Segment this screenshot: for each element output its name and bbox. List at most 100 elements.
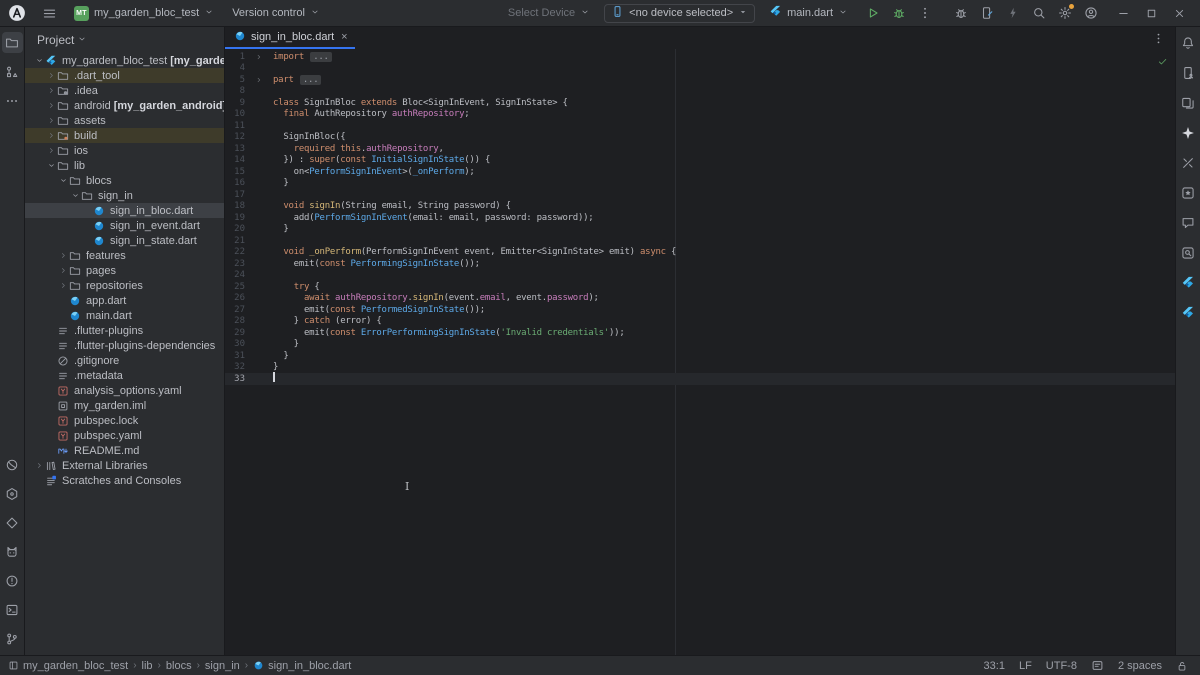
code-line-1[interactable]: 1import ... [225, 51, 1175, 63]
code-line-13[interactable]: 13 required this.authRepository, [225, 143, 1175, 155]
code-line-10[interactable]: 10 final AuthRepository authRepository; [225, 109, 1175, 121]
tree-item-blocs[interactable]: blocs [25, 173, 224, 188]
code-line-12[interactable]: 12 SignInBloc({ [225, 132, 1175, 144]
tree-item-main-dart[interactable]: main.dart [25, 308, 224, 323]
code-line-23[interactable]: 23 emit(const PerformingSignInState()); [225, 258, 1175, 270]
folded-code-chip[interactable]: ... [310, 52, 332, 62]
flutter-inspector-icon[interactable] [1178, 302, 1199, 323]
attach-debugger-icon[interactable] [950, 2, 972, 24]
project-widget[interactable]: MT my_garden_bloc_test [70, 4, 218, 23]
tree-item--gitignore[interactable]: .gitignore [25, 353, 224, 368]
code-line-15[interactable]: 15 on<PerformSignInEvent>(_onPerform); [225, 166, 1175, 178]
project-icon[interactable] [2, 32, 23, 53]
settings-icon[interactable] [1054, 2, 1076, 24]
code-line-19[interactable]: 19 add(PerformSignInEvent(email: email, … [225, 212, 1175, 224]
code-line-30[interactable]: 30 } [225, 339, 1175, 351]
chevron-collapsed-icon[interactable] [57, 251, 69, 260]
main-menu-icon[interactable] [38, 2, 60, 24]
code-line-26[interactable]: 26 await authRepository.signIn(event.ema… [225, 293, 1175, 305]
apply-changes-icon[interactable] [1002, 2, 1024, 24]
code-line-5[interactable]: 5part ... [225, 74, 1175, 86]
run-more-options-icon[interactable] [914, 2, 936, 24]
tree-item-assets[interactable]: assets [25, 113, 224, 128]
version-control-widget[interactable]: Version control [228, 5, 324, 22]
code-line-20[interactable]: 20 } [225, 224, 1175, 236]
indent-setting[interactable]: 2 spaces [1118, 660, 1162, 672]
flutter-performance-icon[interactable] [2, 512, 23, 533]
tree-item-pages[interactable]: pages [25, 263, 224, 278]
caret-position[interactable]: 33:1 [984, 660, 1005, 672]
chevron-collapsed-icon[interactable] [33, 461, 45, 470]
more-tool-windows-icon[interactable] [2, 90, 23, 111]
minimize-icon[interactable] [1112, 2, 1134, 24]
breadcrumb-item[interactable]: lib [142, 660, 153, 672]
tab-close-icon[interactable]: × [341, 32, 347, 43]
tree-item-readme-md[interactable]: README.md [25, 443, 224, 458]
logcat-icon[interactable] [2, 541, 23, 562]
code-line-24[interactable]: 24 [225, 270, 1175, 282]
breadcrumb-item[interactable]: my_garden_bloc_test [8, 660, 128, 672]
tree-item--metadata[interactable]: .metadata [25, 368, 224, 383]
chevron-collapsed-icon[interactable] [45, 146, 57, 155]
code-line-27[interactable]: 27 emit(const PerformedSignInState()); [225, 304, 1175, 316]
code-line-8[interactable]: 8 [225, 86, 1175, 98]
tree-item-sign-in-bloc-dart[interactable]: sign_in_bloc.dart [25, 203, 224, 218]
terminal-icon[interactable] [2, 599, 23, 620]
chevron-collapsed-icon[interactable] [45, 131, 57, 140]
notifications-icon[interactable] [1178, 32, 1199, 53]
chevron-collapsed-icon[interactable] [57, 281, 69, 290]
chevron-expanded-icon[interactable] [57, 176, 69, 185]
chevron-collapsed-icon[interactable] [45, 116, 57, 125]
breadcrumb-item[interactable]: sign_in [205, 660, 240, 672]
chevron-collapsed-icon[interactable] [45, 86, 57, 95]
device-manager-icon[interactable] [1178, 62, 1199, 83]
project-panel-header[interactable]: Project [25, 27, 224, 53]
run-icon[interactable] [862, 2, 884, 24]
file-encoding[interactable]: UTF-8 [1046, 660, 1077, 672]
breadcrumb-item[interactable]: sign_in_bloc.dart [253, 660, 351, 672]
running-devices-icon[interactable] [1178, 92, 1199, 113]
whats-new-icon[interactable] [1178, 182, 1199, 203]
code-line-33[interactable]: 33 [225, 373, 1175, 385]
editor-options-icon[interactable] [1147, 27, 1169, 49]
device-selector[interactable]: <no device selected> [604, 4, 755, 23]
tree-item-pubspec-yaml[interactable]: pubspec.yaml [25, 428, 224, 443]
tree-item-android[interactable]: android[my_garden_android] [25, 98, 224, 113]
code-line-18[interactable]: 18 void signIn(String email, String pass… [225, 201, 1175, 213]
account-icon[interactable] [1080, 2, 1102, 24]
tree-item-ios[interactable]: ios [25, 143, 224, 158]
tree-item-sign-in-state-dart[interactable]: sign_in_state.dart [25, 233, 224, 248]
tree-item-my-garden-iml[interactable]: my_garden.iml [25, 398, 224, 413]
close-icon[interactable] [1168, 2, 1190, 24]
android-studio-logo-icon[interactable] [6, 2, 28, 24]
code-line-25[interactable]: 25 try { [225, 281, 1175, 293]
code-editor[interactable]: I 1import ...45part ...89class SignInBlo… [225, 49, 1175, 655]
tree-item-build[interactable]: build [25, 128, 224, 143]
run-config-widget[interactable]: main.dart [765, 3, 852, 23]
code-line-31[interactable]: 31 } [225, 350, 1175, 362]
layout-inspector-icon[interactable] [1178, 242, 1199, 263]
tree-item-analysis-options-yaml[interactable]: analysis_options.yaml [25, 383, 224, 398]
chat-icon[interactable] [1178, 212, 1199, 233]
search-everywhere-icon[interactable] [1028, 2, 1050, 24]
code-line-21[interactable]: 21 [225, 235, 1175, 247]
code-line-22[interactable]: 22 void _onPerform(PerformSignInEvent ev… [225, 247, 1175, 259]
code-line-17[interactable]: 17 [225, 189, 1175, 201]
tree-item--flutter-plugins[interactable]: .flutter-plugins [25, 323, 224, 338]
chevron-expanded-icon[interactable] [45, 161, 57, 170]
tree-item-my-garden-bloc-test[interactable]: my_garden_bloc_test[my_garden]~/Flutter [25, 53, 224, 68]
tree-item-external-libraries[interactable]: External Libraries [25, 458, 224, 473]
structure-icon[interactable] [2, 61, 23, 82]
debug-icon[interactable] [888, 2, 910, 24]
tree-item-pubspec-lock[interactable]: pubspec.lock [25, 413, 224, 428]
tree-item-sign-in[interactable]: sign_in [25, 188, 224, 203]
code-line-4[interactable]: 4 [225, 63, 1175, 75]
code-line-11[interactable]: 11 [225, 120, 1175, 132]
code-line-14[interactable]: 14 }) : super(const InitialSignInState()… [225, 155, 1175, 167]
tree-item-app-dart[interactable]: app.dart [25, 293, 224, 308]
chevron-collapsed-icon[interactable] [57, 266, 69, 275]
device-manager-icon[interactable] [976, 2, 998, 24]
chevron-expanded-icon[interactable] [33, 56, 45, 65]
fold-collapsed-icon[interactable] [245, 76, 273, 84]
app-quality-insights-icon[interactable] [2, 483, 23, 504]
